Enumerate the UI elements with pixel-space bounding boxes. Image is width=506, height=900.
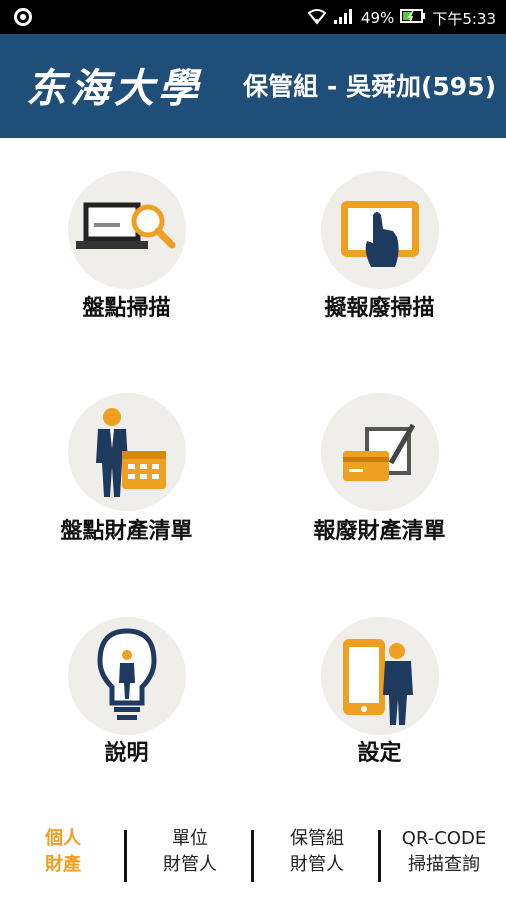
menu-inventory-scan[interactable]: 盤點掃描 [0,138,253,338]
tab-label-line2: 財產 [45,854,81,875]
lightbulb-person-icon [68,617,186,735]
menu-inventory-list[interactable]: 盤點財產清單 [0,360,253,570]
menu-settings[interactable]: 設定 [253,584,506,784]
menu-help[interactable]: 說明 [0,584,253,784]
signal-icon [333,7,355,29]
menu-label: 盤點掃描 [82,296,171,321]
tab-unit-custodian[interactable]: 單位 財管人 [127,826,253,878]
menu-label: 擬報廢掃描 [324,296,435,321]
tab-custody-group-custodian[interactable]: 保管組 財管人 [254,826,380,878]
university-logo: 东海大學 [26,65,202,112]
wifi-icon [307,7,327,29]
menu-scrap-list[interactable]: 報廢財產清單 [253,360,506,570]
tab-label-line1: 單位 [172,828,208,849]
tab-label-line2: 掃描查詢 [408,854,480,875]
tablet-touch-icon [321,171,439,289]
tab-label-line2: 財管人 [290,854,344,875]
card-document-icon [321,393,439,511]
tab-label-line1: QR-CODE [401,828,487,849]
app-header: 东海大學 保管組 - 吳舜加(595) [0,34,506,138]
tab-label-line1: 個人 [45,828,81,849]
phone-person-icon [321,617,439,735]
battery-percent: 49% [360,9,395,27]
app-notification-icon [14,8,32,26]
battery-icon [400,8,426,28]
menu-label: 盤點財產清單 [60,519,193,544]
tab-personal-property[interactable]: 個人 財產 [0,826,126,878]
menu-scrap-scan[interactable]: 擬報廢掃描 [253,138,506,338]
bottom-tab-bar: 個人 財產 單位 財管人 保管組 財管人 QR-CODE 掃描查詢 [0,818,506,900]
tab-label-line2: 財管人 [163,854,217,875]
person-calendar-icon [68,393,186,511]
user-info: 保管組 - 吳舜加(595) [243,72,496,101]
tab-qr-code-scan[interactable]: QR-CODE 掃描查詢 [381,826,506,878]
status-bar: 49% 下午5:33 [0,0,506,34]
menu-label: 說明 [104,741,149,766]
tab-label-line1: 保管組 [290,828,344,849]
menu-label: 報廢財產清單 [313,519,446,544]
laptop-search-icon [68,171,186,289]
clock: 下午5:33 [432,9,496,28]
menu-label: 設定 [357,741,402,766]
